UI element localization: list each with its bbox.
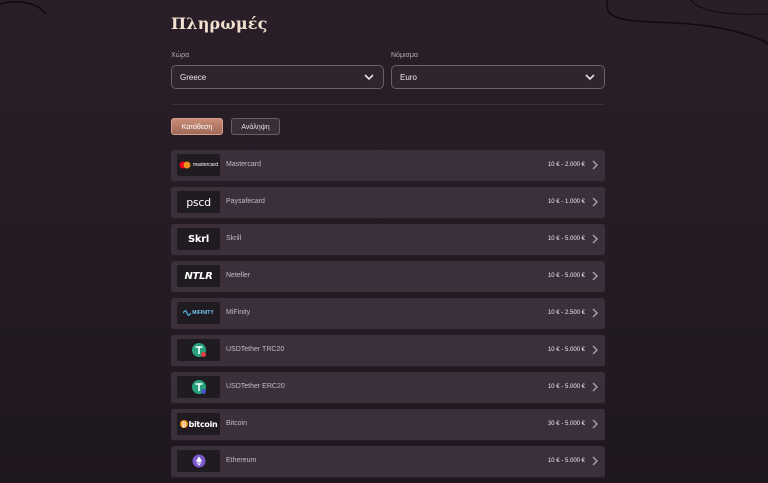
method-name: USDTether ERC20 bbox=[226, 383, 285, 390]
method-name: Paysafecard bbox=[226, 198, 265, 205]
payment-method-skrill[interactable]: Skrl Skrill 10 € - 5.000 € bbox=[171, 224, 605, 256]
divider bbox=[171, 104, 605, 105]
method-limits: 10 € - 2.500 € bbox=[547, 310, 585, 316]
method-name: USDTether TRC20 bbox=[226, 346, 285, 353]
bitcoin-logo: ₿ bitcoin bbox=[177, 413, 220, 435]
payment-method-neteller[interactable]: NTLR Neteller 10 € - 5.000 € bbox=[171, 261, 605, 293]
method-name: Ethereum bbox=[226, 457, 257, 464]
method-limits: 10 € - 1.000 € bbox=[547, 199, 585, 205]
payment-method-mastercard[interactable]: mastercard Mastercard 10 € - 2.000 € bbox=[171, 150, 605, 182]
payment-method-paysafecard[interactable]: pscd Paysafecard 10 € - 1.000 € bbox=[171, 187, 605, 219]
method-limits: 30 € - 5.000 € bbox=[547, 421, 585, 427]
svg-text:₿: ₿ bbox=[181, 421, 186, 428]
tether-icon bbox=[191, 380, 206, 394]
page-title: Πληρωμές bbox=[171, 14, 268, 33]
chevron-right-icon bbox=[592, 160, 599, 170]
method-limits: 10 € - 5.000 € bbox=[547, 273, 585, 279]
chevron-right-icon bbox=[592, 382, 599, 392]
tab-deposit[interactable]: Κατάθεση bbox=[171, 118, 223, 135]
mifinity-icon bbox=[183, 310, 192, 316]
mifinity-logo: MiFINITY bbox=[177, 302, 220, 324]
chevron-right-icon bbox=[592, 271, 599, 281]
ethereum-logo bbox=[177, 450, 220, 472]
payment-method-ethereum[interactable]: Ethereum 10 € - 5.000 € bbox=[171, 446, 605, 478]
chevron-right-icon bbox=[592, 234, 599, 244]
country-value: Greece bbox=[180, 73, 207, 82]
skrill-logo: Skrl bbox=[177, 228, 220, 250]
chevron-down-icon bbox=[364, 74, 374, 81]
country-select[interactable]: Greece bbox=[171, 65, 384, 89]
chevron-right-icon bbox=[592, 345, 599, 355]
chevron-right-icon bbox=[592, 197, 599, 207]
method-limits: 10 € - 5.000 € bbox=[547, 347, 585, 353]
currency-select[interactable]: Euro bbox=[391, 65, 605, 89]
method-name: Skrill bbox=[226, 235, 242, 242]
mastercard-logo: mastercard bbox=[177, 154, 220, 176]
tether-logo bbox=[177, 339, 220, 361]
method-limits: 10 € - 5.000 € bbox=[547, 236, 585, 242]
tether-icon bbox=[191, 343, 206, 357]
bitcoin-icon: ₿ bbox=[179, 420, 188, 428]
chevron-right-icon bbox=[592, 308, 599, 318]
method-name: Neteller bbox=[226, 272, 251, 279]
chevron-right-icon bbox=[592, 456, 599, 466]
payment-method-usdt-erc20[interactable]: USDTether ERC20 10 € - 5.000 € bbox=[171, 372, 605, 404]
method-name: Bitcoin bbox=[226, 420, 248, 427]
neteller-logo: NTLR bbox=[177, 265, 220, 287]
payment-method-usdt-trc20[interactable]: USDTether TRC20 10 € - 5.000 € bbox=[171, 335, 605, 367]
tether-logo bbox=[177, 376, 220, 398]
payment-method-bitcoin[interactable]: ₿ bitcoin Bitcoin 30 € - 5.000 € bbox=[171, 409, 605, 441]
ethereum-icon bbox=[192, 454, 205, 468]
currency-value: Euro bbox=[400, 73, 417, 82]
paysafecard-logo: pscd bbox=[177, 191, 220, 213]
chevron-right-icon bbox=[592, 419, 599, 429]
payments-page: Πληρωμές Χώρα Greece Νόμισμα Euro Κατάθε… bbox=[0, 0, 768, 483]
method-name: MiFinity bbox=[226, 309, 251, 316]
method-name: Mastercard bbox=[226, 161, 262, 168]
mastercard-circles-icon bbox=[179, 161, 191, 169]
method-limits: 10 € - 5.000 € bbox=[547, 384, 585, 390]
tab-withdraw[interactable]: Ανάληψη bbox=[231, 118, 280, 135]
method-limits: 10 € - 5.000 € bbox=[547, 458, 585, 464]
currency-label: Νόμισμα bbox=[391, 52, 418, 59]
payment-method-mifinity[interactable]: MiFINITY MiFinity 10 € - 2.500 € bbox=[171, 298, 605, 330]
country-label: Χώρα bbox=[171, 52, 190, 59]
method-limits: 10 € - 2.000 € bbox=[547, 162, 585, 168]
chevron-down-icon bbox=[585, 74, 595, 81]
